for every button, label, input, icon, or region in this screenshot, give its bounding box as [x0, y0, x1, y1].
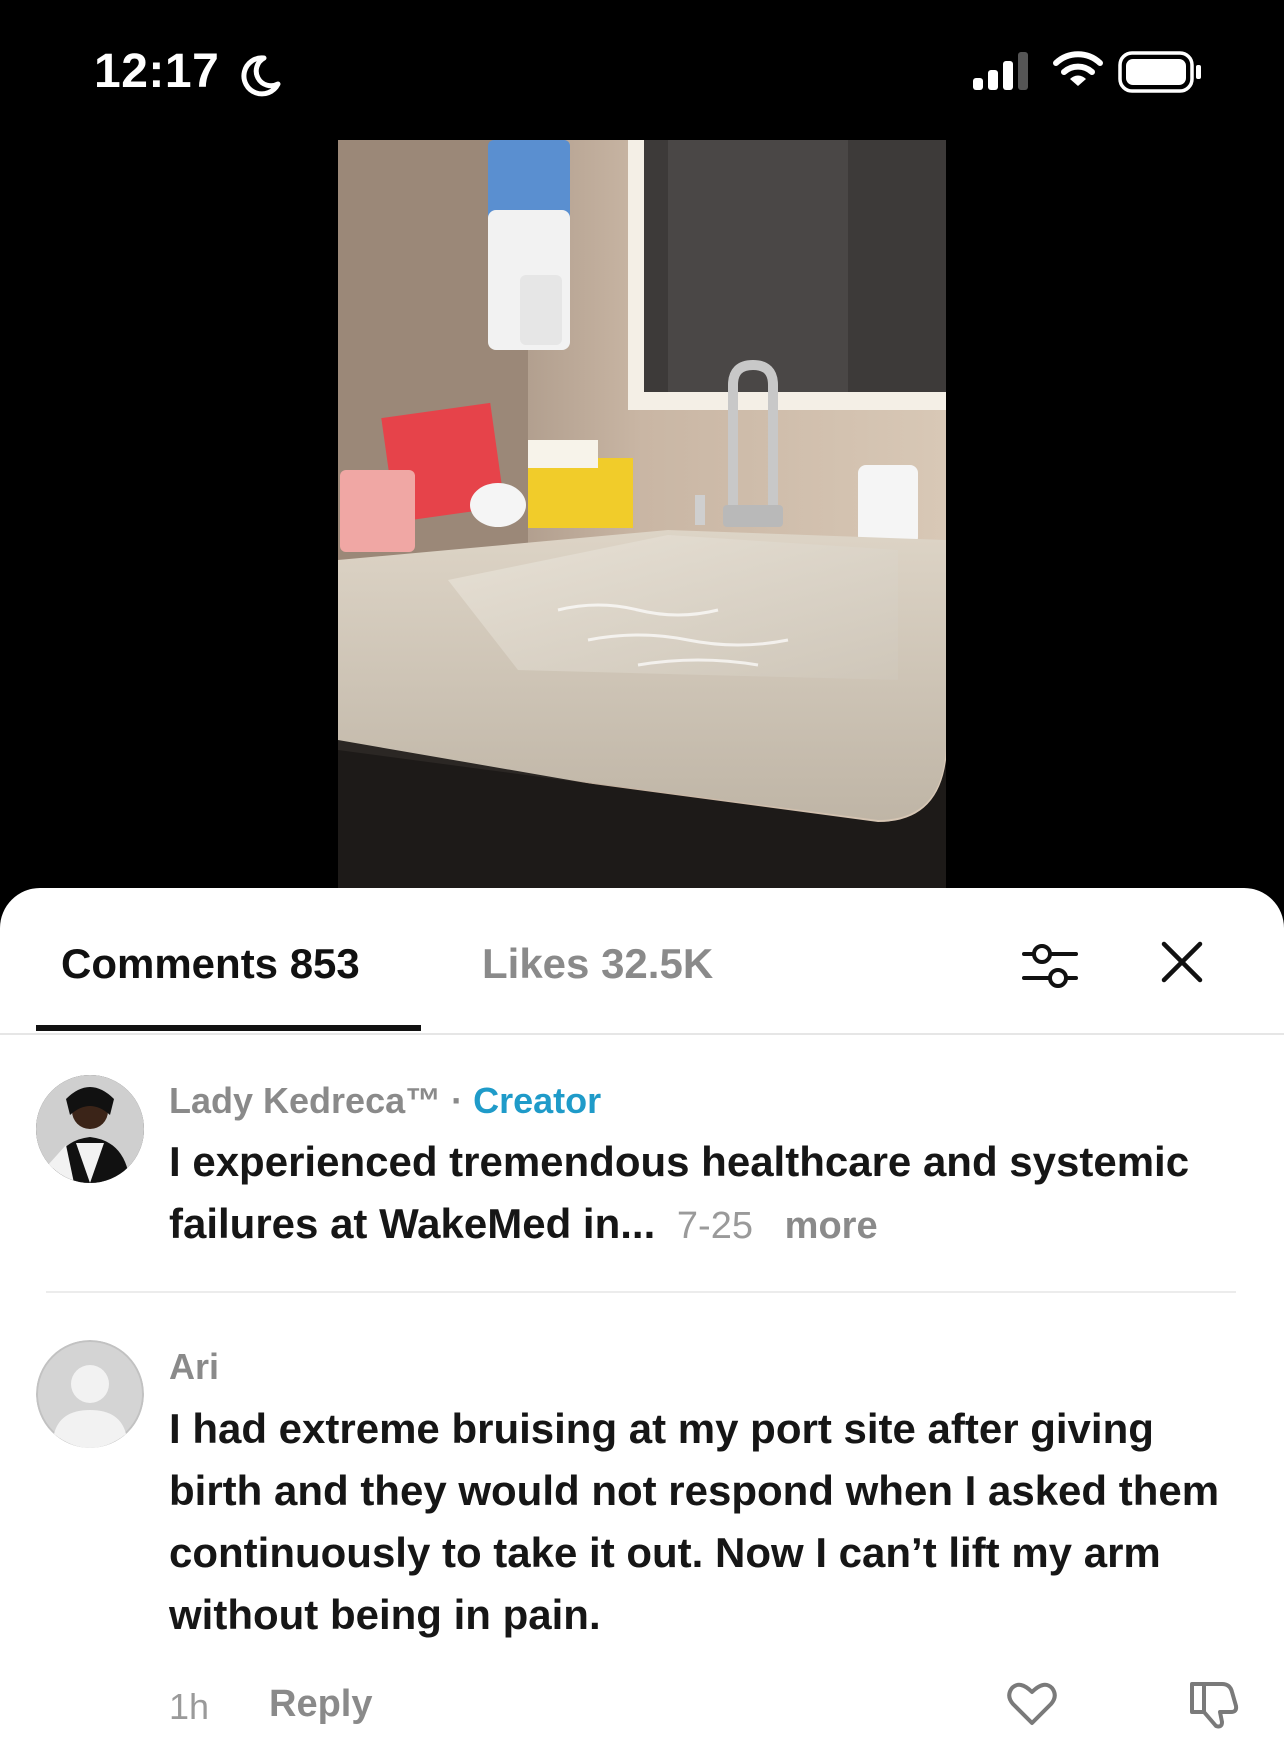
- comment-time: 1h: [169, 1686, 210, 1727]
- thumbs-down-icon: [1190, 1682, 1239, 1729]
- dislike-button[interactable]: [1186, 1676, 1240, 1735]
- comment-username[interactable]: Ari: [169, 1346, 219, 1388]
- tab-comments[interactable]: Comments 853: [61, 940, 360, 988]
- status-bar: 12:17: [0, 0, 1284, 140]
- wifi-icon: [1053, 50, 1103, 95]
- active-tab-indicator: [36, 1025, 421, 1031]
- username-separator: ·: [441, 1080, 474, 1121]
- comment-text-block: I experienced tremendous healthcare and …: [169, 1131, 1229, 1257]
- tab-likes[interactable]: Likes 32.5K: [482, 940, 713, 988]
- default-avatar-icon: [36, 1340, 144, 1448]
- sliders-icon: [1022, 944, 1078, 988]
- video-frame-image: [338, 140, 946, 888]
- filter-button[interactable]: [1018, 934, 1082, 998]
- close-button[interactable]: [1158, 938, 1206, 986]
- more-link[interactable]: more: [785, 1205, 878, 1247]
- comment-text: I had extreme bruising at my port site a…: [169, 1405, 1220, 1638]
- creator-badge: Creator: [473, 1080, 602, 1121]
- battery-icon: [1118, 51, 1202, 98]
- avatar[interactable]: [36, 1340, 144, 1448]
- status-time: 12:17: [94, 45, 220, 98]
- comment-date: 7-25: [676, 1205, 753, 1247]
- moon-icon: [238, 54, 282, 103]
- heart-icon: [1007, 1682, 1057, 1725]
- avatar[interactable]: [36, 1075, 144, 1183]
- reply-button[interactable]: Reply: [269, 1683, 372, 1726]
- comments-sheet: Comments 853 Likes 32.5K Lady Kedreca™ ·…: [0, 888, 1284, 1744]
- comment-divider: [46, 1291, 1236, 1293]
- comment-username-line: Lady Kedreca™ · Creator: [169, 1080, 601, 1122]
- cellular-signal-icon: [973, 52, 1031, 97]
- comment-username[interactable]: Lady Kedreca™: [169, 1080, 441, 1121]
- video-player[interactable]: [338, 140, 946, 888]
- comment-tabs: Comments 853 Likes 32.5K: [0, 888, 1284, 1035]
- close-icon: [1161, 941, 1203, 983]
- like-button[interactable]: [1006, 1678, 1058, 1735]
- creator-avatar-image: [36, 1075, 144, 1183]
